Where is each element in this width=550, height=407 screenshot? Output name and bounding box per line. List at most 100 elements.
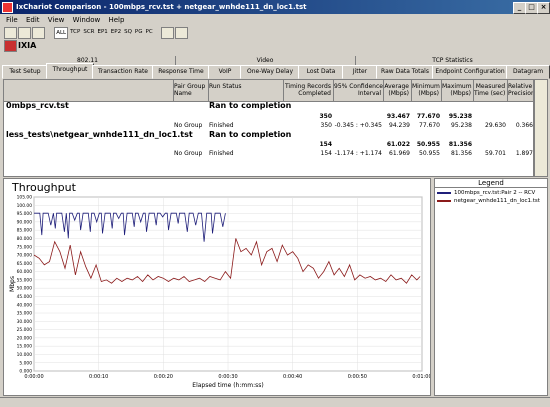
filter-tcp-button[interactable]: TCP xyxy=(69,27,81,37)
row1-sub-conf: -0.345 : +0.345 xyxy=(334,122,382,129)
row1-timing: 350 xyxy=(319,113,332,120)
y-tick-label: 45.000 xyxy=(17,294,33,300)
row1-min: 77.670 xyxy=(416,113,440,120)
header-confidence[interactable]: 95% Confidence Interval xyxy=(334,80,384,102)
legend-label-2: netgear_wnhde111_dn_loc1.tst xyxy=(454,198,540,204)
y-tick-label: 85.000 xyxy=(17,228,33,234)
close-button[interactable]: × xyxy=(537,2,550,14)
header-average[interactable]: Average (Mbps) xyxy=(384,80,412,102)
y-tick-label: 65.000 xyxy=(17,261,33,267)
filter-scr-button[interactable]: SCR xyxy=(82,27,95,37)
tab-datagram[interactable]: Datagram xyxy=(506,65,550,79)
menu-bar: File Edit View Window Help xyxy=(0,14,550,26)
new-file-icon[interactable] xyxy=(4,27,17,39)
tab-test-setup[interactable]: Test Setup xyxy=(2,65,48,79)
y-tick-label: 90.000 xyxy=(17,219,33,225)
legend-panel: Legend 100mbps_rcv.tst:Pair 2 -- RCV net… xyxy=(434,178,548,396)
header-relative-precision[interactable]: Relative Precision xyxy=(508,80,533,102)
y-tick-label: 55.000 xyxy=(17,277,33,283)
save-icon[interactable] xyxy=(18,27,31,39)
tab-voip[interactable]: VoIP xyxy=(208,65,242,79)
row2-avg: 61.022 xyxy=(386,141,410,148)
row2-timing: 154 xyxy=(319,141,332,148)
row2-sub-conf: -1.174 : +1.174 xyxy=(334,150,382,157)
legend-item-2[interactable]: netgear_wnhde111_dn_loc1.tst xyxy=(437,198,540,205)
row2-max: 81.356 xyxy=(448,141,472,148)
tab-response-time[interactable]: Response Time xyxy=(152,65,210,79)
y-tick-label: 10.000 xyxy=(17,352,33,358)
ixia-logo-icon xyxy=(4,40,17,52)
title-bar: IxChariot Comparison - 100mbps_rcv.tst +… xyxy=(0,0,550,14)
menu-edit[interactable]: Edit xyxy=(26,16,40,24)
menu-window[interactable]: Window xyxy=(73,16,101,24)
tab-transaction-rate[interactable]: Transaction Rate xyxy=(92,65,154,79)
header-minimum[interactable]: Minimum (Mbps) xyxy=(412,80,442,102)
legend-label-1: 100mbps_rcv.tst:Pair 2 -- RCV xyxy=(454,190,536,196)
x-axis-ticks: 0:00:00 0:00:10 0:00:20 0:00:30 0:00:40 0:00:… xyxy=(24,374,430,380)
header-measured-time[interactable]: Measured Time (sec) xyxy=(474,80,508,102)
throughput-chart: Throughput 0.0005.00010.00015.00020.0002… xyxy=(9,181,430,389)
menu-help[interactable]: Help xyxy=(108,16,124,24)
row2-sub-max: 81.356 xyxy=(451,150,472,157)
copy-icon[interactable] xyxy=(32,27,45,39)
header-pair-group[interactable]: Pair Group Name xyxy=(174,80,209,102)
filter-ep1-button[interactable]: EP1 xyxy=(97,27,109,37)
x-tick-label: 0:00:20 xyxy=(154,374,173,380)
row2-file[interactable]: less_tests\netgear_wnhde111_dn_loc1.tst xyxy=(6,131,193,139)
legend-swatch-2 xyxy=(437,199,451,202)
header-timing-records[interactable]: Timing Records Completed xyxy=(284,80,334,102)
chart-icon[interactable] xyxy=(160,27,174,39)
row1-sub-measured: 29.630 xyxy=(485,122,506,129)
legend-title: Legend xyxy=(435,179,547,188)
row1-file[interactable]: 0mbps_rcv.tst xyxy=(6,102,69,110)
x-tick-label: 0:01:00 xyxy=(412,374,430,380)
status-bar xyxy=(0,397,550,407)
legend-item-1[interactable]: 100mbps_rcv.tst:Pair 2 -- RCV xyxy=(437,190,535,197)
tab-lost-data[interactable]: Lost Data xyxy=(298,65,344,79)
grid-scrollbar[interactable] xyxy=(534,79,548,177)
menu-view[interactable]: View xyxy=(48,16,65,24)
x-tick-label: 0:00:10 xyxy=(89,374,108,380)
y-tick-label: 30.000 xyxy=(17,319,33,325)
app-icon xyxy=(2,2,13,13)
filter-sq-button[interactable]: SQ xyxy=(123,27,133,37)
tab-raw-data-totals[interactable]: Raw Data Totals xyxy=(376,65,434,79)
results-grid[interactable]: Pair Group Name Run Status Timing Record… xyxy=(3,79,534,177)
filter-pc-button[interactable]: PC xyxy=(145,27,154,37)
chart-title: Throughput xyxy=(11,181,77,194)
table-icon[interactable] xyxy=(174,27,188,39)
row2-sub-min: 50.955 xyxy=(419,150,440,157)
row2-sub-status: Finished xyxy=(209,150,234,157)
y-tick-label: 80.000 xyxy=(17,236,33,242)
filter-ep2-button[interactable]: EP2 xyxy=(110,27,122,37)
legend-swatch-1 xyxy=(437,191,451,194)
row1-avg: 93.467 xyxy=(386,113,410,120)
y-tick-label: 40.000 xyxy=(17,302,33,308)
x-tick-label: 0:00:50 xyxy=(348,374,367,380)
menu-file[interactable]: File xyxy=(6,16,18,24)
row1-sub-avg: 94.239 xyxy=(389,122,410,129)
tab-endpoint-configuration[interactable]: Endpoint Configuration xyxy=(432,65,508,79)
header-maximum[interactable]: Maximum (Mbps) xyxy=(442,80,474,102)
y-axis-label: Mbps xyxy=(9,276,16,292)
tab-strip: Test Setup Throughput Transaction Rate R… xyxy=(0,63,550,79)
header-run-status[interactable]: Run Status xyxy=(209,80,284,102)
tab-jitter[interactable]: Jitter xyxy=(342,65,378,79)
group-tcp-statistics: TCP Statistics xyxy=(355,56,550,65)
row2-sub-avg: 61.969 xyxy=(389,150,410,157)
x-tick-label: 0:00:00 xyxy=(24,374,43,380)
row2-sub-timing: 154 xyxy=(320,150,332,157)
y-tick-label: 20.000 xyxy=(17,335,33,341)
y-tick-label: 105.00 xyxy=(17,195,33,201)
x-tick-label: 0:00:30 xyxy=(218,374,237,380)
filter-all-button[interactable]: ALL xyxy=(54,27,69,39)
row1-sub-group: No Group xyxy=(174,122,203,129)
x-axis-label: Elapsed time (h:mm:ss) xyxy=(192,382,263,389)
row2-status: Ran to completion xyxy=(209,130,292,139)
tab-one-way-delay[interactable]: One-Way Delay xyxy=(240,65,300,79)
y-tick-label: 25.000 xyxy=(17,327,33,333)
row2-sub-measured: 59.701 xyxy=(485,150,506,157)
tab-throughput[interactable]: Throughput xyxy=(46,63,94,79)
filter-pg-button[interactable]: PG xyxy=(134,27,144,37)
row1-status: Ran to completion xyxy=(209,101,292,110)
